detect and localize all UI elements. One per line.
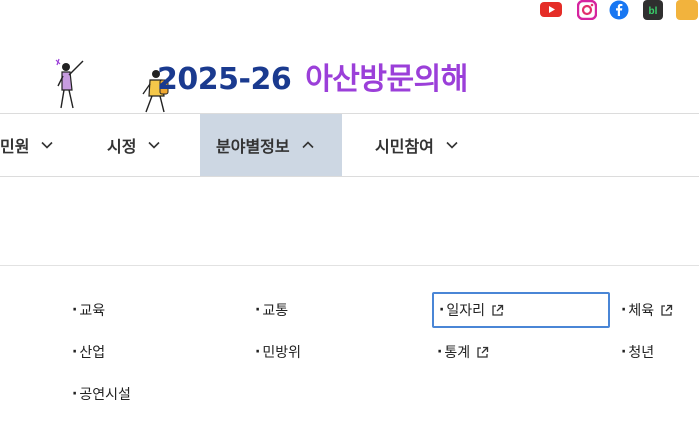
external-link-icon	[661, 304, 673, 316]
chevron-down-icon	[41, 141, 54, 149]
submenu-link-jobs[interactable]: · 일자리	[432, 292, 610, 328]
submenu-link-sports[interactable]: · 체육	[621, 292, 673, 328]
submenu-link-label: 교통	[262, 303, 289, 319]
gnb-item-civil-service[interactable]: 민원	[0, 114, 72, 176]
submenu-link-label: 민방위	[262, 345, 301, 361]
banner-title: 2025-26 아산방문의해	[157, 54, 468, 98]
submenu-panel: · 교육 · 교통 · 일자리 · 체육 · 산업 · 민방위 · 통계 · 청년 · 공연시설	[0, 265, 699, 448]
gnb-item-label: 시정	[107, 137, 137, 156]
submenu-link-civil-defense[interactable]: · 민방위	[255, 334, 301, 370]
bullet: ·	[621, 344, 627, 360]
chevron-up-icon	[302, 141, 314, 149]
submenu-link-industry[interactable]: · 산업	[72, 334, 105, 370]
bullet: ·	[437, 344, 443, 360]
gnb-item-field-info[interactable]: 분야별정보	[200, 114, 342, 176]
chevron-down-icon	[446, 141, 458, 149]
gnb-item-label: 민원	[0, 137, 30, 156]
gnb-item-city-administration[interactable]: 시정	[107, 114, 187, 176]
partial-icon[interactable]	[676, 0, 698, 20]
blog-icon-text: bl	[649, 6, 658, 17]
bullet: ·	[72, 344, 78, 360]
submenu-link-label: 공연시설	[79, 387, 131, 403]
banner[interactable]: 2025-26 아산방문의해	[0, 22, 699, 114]
chevron-down-icon	[148, 141, 161, 149]
submenu-link-label: 산업	[79, 345, 106, 361]
bullet: ·	[72, 386, 78, 402]
banner-subtitle: 아산방문의해	[305, 62, 468, 97]
instagram-icon[interactable]	[577, 0, 599, 20]
facebook-icon[interactable]	[609, 0, 631, 20]
submenu-link-label: 교육	[79, 303, 106, 319]
bullet: ·	[439, 302, 445, 318]
submenu-link-education[interactable]: · 교육	[72, 292, 105, 328]
submenu-link-label: 체육	[628, 303, 655, 319]
external-link-icon	[492, 304, 504, 316]
gnb-item-label: 시민참여	[375, 137, 434, 156]
external-link-icon	[477, 346, 489, 358]
submenu-link-label: 통계	[444, 345, 471, 361]
gnb-item-citizen-participation[interactable]: 시민참여	[375, 114, 485, 176]
bullet: ·	[255, 344, 261, 360]
submenu-link-label: 일자리	[446, 303, 485, 319]
social-links: bl	[539, 0, 699, 22]
gnb-item-label: 분야별정보	[216, 137, 290, 156]
bullet: ·	[72, 302, 78, 318]
youtube-icon[interactable]	[540, 0, 562, 20]
banner-year: 2025-26	[157, 62, 292, 97]
submenu-link-performance-facilities[interactable]: · 공연시설	[72, 376, 131, 412]
submenu-link-label: 청년	[628, 345, 655, 361]
tourist-illustration	[55, 58, 84, 109]
blog-icon[interactable]: bl	[643, 0, 665, 20]
submenu-link-traffic[interactable]: · 교통	[255, 292, 288, 328]
main-navigation: 민원 시정 분야별정보 시민참여	[0, 113, 699, 177]
submenu-link-youth[interactable]: · 청년	[621, 334, 654, 370]
submenu-link-statistics[interactable]: · 통계	[437, 334, 489, 370]
bullet: ·	[255, 302, 261, 318]
bullet: ·	[621, 302, 627, 318]
